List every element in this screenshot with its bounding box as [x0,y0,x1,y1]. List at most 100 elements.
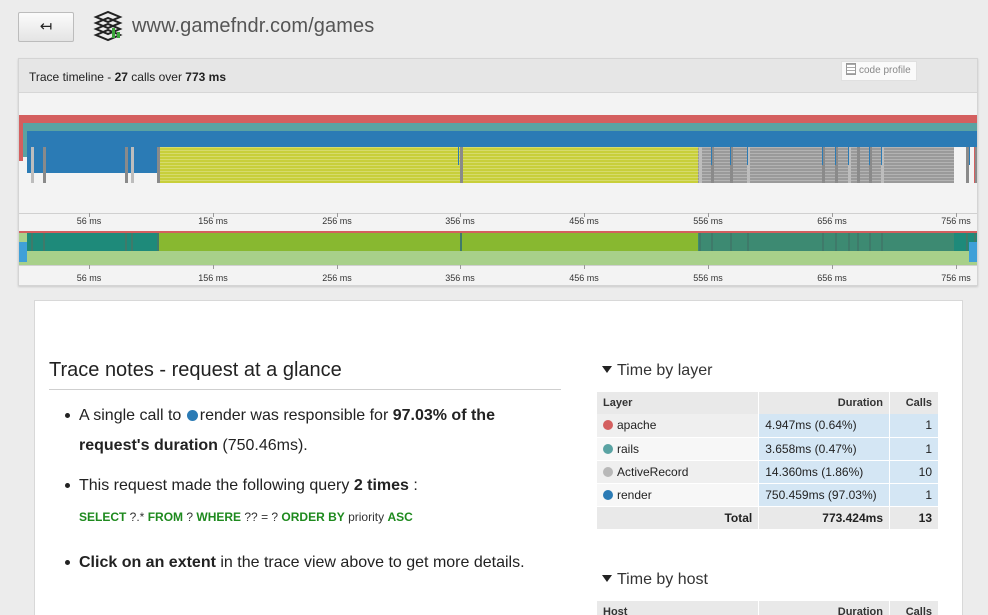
overview-axis-tick [460,265,461,269]
overview-activerecord[interactable] [698,233,954,251]
calls-cell: 1 [889,483,939,507]
layer-row[interactable]: render 750.459ms (97.03%) 1 [597,483,939,507]
note1-post: (750.46ms). [217,437,308,454]
overview-tick[interactable] [699,233,701,251]
overview-tick[interactable] [822,233,824,251]
time-by-layer-toggle[interactable]: Time by layer [602,362,712,380]
layer-row[interactable]: apache 4.947ms (0.64%) 1 [597,414,939,438]
overview-tick-label: 556 ms [693,273,723,283]
overview-tick-label: 256 ms [322,273,352,283]
overview-tick[interactable] [869,233,871,251]
sql-asc: ASC [387,510,413,524]
layer-color-dot [603,443,613,454]
call-tick[interactable] [966,147,969,183]
site-logo-icon [93,10,123,42]
calls-cell: 10 [889,460,939,484]
call-tick[interactable] [460,147,463,183]
overview-tick[interactable] [835,233,837,251]
overview-tick[interactable] [881,233,883,251]
sql-t1: ?.* [126,510,148,524]
stripe-overlay [158,147,954,183]
call-tick[interactable] [131,147,134,183]
overview-right-handle[interactable] [969,242,977,262]
back-button[interactable]: ↤ [18,12,74,42]
overview-tick-label: 756 ms [941,273,971,283]
col-calls[interactable]: Calls [889,392,939,414]
axis-tick-label: 56 ms [77,216,102,226]
overview-left-handle[interactable] [19,242,27,262]
notes-list: A single call to render was responsible … [65,401,559,578]
timeline-total-ms: 773 ms [185,70,226,84]
call-marker[interactable] [881,147,882,165]
col-host[interactable]: Host [597,601,760,615]
overview-view[interactable] [158,233,698,251]
overview-tick[interactable] [711,233,713,251]
apache-end-marker[interactable] [974,147,975,183]
document-icon [846,63,856,75]
overview-axis-tick [89,265,90,269]
call-marker[interactable] [458,147,459,165]
col-layer[interactable]: Layer [597,392,760,414]
sql-select: SELECT [79,510,127,524]
overview-axis-tick [337,265,338,269]
duration-cell: 750.459ms (97.03%) [758,483,891,507]
layer-color-dot [603,466,613,477]
overview-tick[interactable] [31,233,33,251]
rails-extent[interactable] [23,123,977,131]
sql-query: SELECT ?.* FROM ? WHERE ?? = ? ORDER BY … [79,507,559,528]
note3-post: in the trace view above to get more deta… [215,554,525,571]
call-marker[interactable] [822,147,823,165]
apache-extent[interactable] [19,115,977,123]
url-text[interactable]: www.gamefndr.com/games [132,15,374,38]
col-duration[interactable]: Duration [758,392,891,414]
call-marker[interactable] [711,147,712,165]
call-marker[interactable] [869,147,870,165]
overview-tick[interactable] [157,233,159,251]
layer-row[interactable]: rails 3.658ms (0.47%) 1 [597,437,939,461]
timeline-title-mid: calls over [127,70,186,84]
layer-row[interactable]: ActiveRecord 14.360ms (1.86%) 10 [597,460,939,484]
call-marker[interactable] [747,147,748,165]
call-tick[interactable] [31,147,34,183]
overview-axis-tick [832,265,833,269]
overview-tick[interactable] [966,233,968,251]
note-item-render: A single call to render was responsible … [65,401,559,461]
call-marker[interactable] [969,147,970,165]
overview-axis-line [19,265,977,266]
call-tick[interactable] [699,147,702,183]
overview-tick[interactable] [131,233,133,251]
call-tick[interactable] [43,147,46,183]
render-extent-left[interactable] [27,147,157,173]
render-extent[interactable] [27,131,977,147]
col-host-calls[interactable]: Calls [889,601,939,615]
call-marker[interactable] [848,147,849,165]
col-host-duration[interactable]: Duration [758,601,890,615]
call-tick[interactable] [157,147,160,183]
time-by-host-toggle[interactable]: Time by host [602,571,708,589]
overview-tick[interactable] [125,233,127,251]
call-marker[interactable] [835,147,836,165]
overview-tick[interactable] [43,233,45,251]
axis-tick-label: 556 ms [693,216,723,226]
overview-tick[interactable] [848,233,850,251]
axis-tick-label: 256 ms [322,216,352,226]
time-by-layer-heading: Time by layer [617,362,713,379]
overview-tick[interactable] [857,233,859,251]
note2-strong: 2 times [353,477,409,494]
layer-name: render [617,487,652,502]
call-marker[interactable] [730,147,731,165]
overview-tick[interactable] [747,233,749,251]
call-tick[interactable] [857,147,860,183]
layer-cell: render [597,483,760,507]
apache-extent-edge[interactable] [19,123,23,161]
trace-timeline-panel: Trace timeline - 27 calls over 773 ms co… [18,58,978,286]
timeline-chart[interactable]: 56 ms 156 ms 256 ms 356 ms 456 ms 556 ms 656 m… [19,93,977,286]
calls-cell: 1 [889,437,939,461]
rails-extent-edge[interactable] [23,131,27,157]
sql-orderby: ORDER BY [281,510,345,524]
overview-apache[interactable] [19,231,977,233]
code-profile-button[interactable]: code profile [841,61,917,81]
overview-tick[interactable] [730,233,732,251]
call-tick[interactable] [125,147,128,183]
overview-tick[interactable] [460,233,462,251]
